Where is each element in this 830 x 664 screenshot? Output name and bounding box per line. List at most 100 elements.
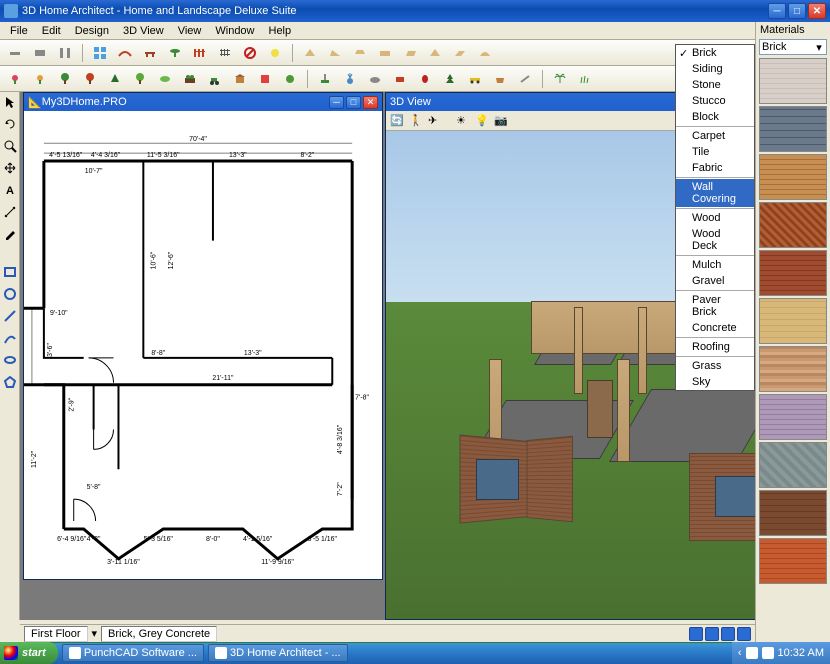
tool-mower-icon[interactable]: [204, 68, 226, 90]
line-icon[interactable]: [2, 308, 18, 324]
menu-view[interactable]: View: [172, 24, 208, 38]
tool-tree1-icon[interactable]: [54, 68, 76, 90]
tool-plant1-icon[interactable]: [154, 68, 176, 90]
curve-icon[interactable]: [2, 330, 18, 346]
material-swatch[interactable]: [759, 202, 827, 248]
materials-menu-item[interactable]: Tile: [676, 144, 754, 160]
tool-fence-icon[interactable]: [189, 42, 211, 64]
material-swatch[interactable]: [759, 394, 827, 440]
taskbar-task[interactable]: PunchCAD Software ...: [62, 644, 204, 662]
status-floor[interactable]: First Floor: [24, 626, 88, 642]
material-swatch[interactable]: [759, 106, 827, 152]
tool-stone-icon[interactable]: [364, 68, 386, 90]
text-icon[interactable]: A: [2, 182, 18, 198]
tool-shape8-icon[interactable]: [474, 42, 496, 64]
view-grid-icon[interactable]: [737, 627, 751, 641]
tool-tree3-icon[interactable]: [104, 68, 126, 90]
materials-menu-item[interactable]: Grass: [676, 358, 754, 374]
materials-menu-item[interactable]: Fabric: [676, 160, 754, 176]
materials-menu-item[interactable]: Wall Covering: [676, 179, 754, 207]
tool-bench-icon[interactable]: [139, 42, 161, 64]
tool-shape6-icon[interactable]: [424, 42, 446, 64]
polygon-icon[interactable]: [2, 374, 18, 390]
tool-tree4-icon[interactable]: [129, 68, 151, 90]
material-swatch[interactable]: [759, 442, 827, 488]
tool-plow-icon[interactable]: [514, 68, 536, 90]
material-swatch[interactable]: [759, 538, 827, 584]
menu-3dview[interactable]: 3D View: [117, 24, 170, 38]
materials-menu-item[interactable]: Concrete: [676, 320, 754, 336]
material-swatch[interactable]: [759, 250, 827, 296]
materials-menu-item[interactable]: Wood: [676, 210, 754, 226]
materials-menu-item[interactable]: Siding: [676, 61, 754, 77]
menu-help[interactable]: Help: [263, 24, 298, 38]
tool-light-icon[interactable]: [264, 42, 286, 64]
tool-shape2-icon[interactable]: [324, 42, 346, 64]
3d-camera-icon[interactable]: 📷: [493, 113, 509, 129]
3d-bulb-icon[interactable]: 💡: [474, 113, 490, 129]
tool-shape3-icon[interactable]: [349, 42, 371, 64]
pan-icon[interactable]: [2, 160, 18, 176]
tool-pine-icon[interactable]: [439, 68, 461, 90]
plan-min-button[interactable]: ─: [329, 96, 344, 109]
system-tray[interactable]: ‹ 10:32 AM: [732, 642, 830, 664]
measure-icon[interactable]: [2, 204, 18, 220]
circle-icon[interactable]: [2, 286, 18, 302]
zoom-icon[interactable]: [2, 138, 18, 154]
rotate-icon[interactable]: [2, 116, 18, 132]
materials-menu-item[interactable]: Carpet: [676, 128, 754, 144]
tool-car-icon[interactable]: [464, 68, 486, 90]
view-3d-icon[interactable]: [721, 627, 735, 641]
start-button[interactable]: start: [0, 642, 58, 664]
tool-grid-icon[interactable]: [89, 42, 111, 64]
rect-icon[interactable]: [2, 264, 18, 280]
taskbar-task[interactable]: 3D Home Architect - ...: [208, 644, 348, 662]
close-button[interactable]: ✕: [808, 3, 826, 19]
materials-menu-item[interactable]: Mulch: [676, 257, 754, 273]
materials-combo[interactable]: Brick ▾: [759, 39, 827, 55]
tool-shape1-icon[interactable]: [299, 42, 321, 64]
materials-menu-item[interactable]: Sky: [676, 374, 754, 390]
material-swatch[interactable]: [759, 490, 827, 536]
plan-window-titlebar[interactable]: 📐 My3DHome.PRO ─ □ ✕: [24, 93, 382, 111]
tool-nosign-icon[interactable]: [239, 42, 261, 64]
tool-brush-icon[interactable]: [314, 68, 336, 90]
tool-tree2-icon[interactable]: [79, 68, 101, 90]
tool-palm-icon[interactable]: [549, 68, 571, 90]
3d-fly-icon[interactable]: ✈: [427, 113, 443, 129]
tool-grass-icon[interactable]: [574, 68, 596, 90]
tool-grill-icon[interactable]: [389, 68, 411, 90]
tray-icon[interactable]: [762, 647, 774, 659]
tool-track-icon[interactable]: [214, 42, 236, 64]
floorplan-canvas[interactable]: 70'-4" 4'-5 13/16" 4'-4 3/16" 11'-5 3/16…: [24, 111, 382, 579]
menu-file[interactable]: File: [4, 24, 34, 38]
plan-max-button[interactable]: □: [346, 96, 361, 109]
tool-garden-icon[interactable]: [179, 68, 201, 90]
tool-flower2-icon[interactable]: [29, 68, 51, 90]
tool-plant2-icon[interactable]: [279, 68, 301, 90]
3d-orbit-icon[interactable]: 🔄: [389, 113, 405, 129]
material-swatch[interactable]: [759, 154, 827, 200]
menu-edit[interactable]: Edit: [36, 24, 67, 38]
tool-wall2-icon[interactable]: [29, 42, 51, 64]
materials-menu-item[interactable]: Stucco: [676, 93, 754, 109]
materials-menu-item[interactable]: Brick: [676, 45, 754, 61]
tool-flower1-icon[interactable]: [4, 68, 26, 90]
materials-menu-item[interactable]: Paver Brick: [676, 292, 754, 320]
tool-bug-icon[interactable]: [414, 68, 436, 90]
tool-wall3-icon[interactable]: [54, 42, 76, 64]
tool-shape4-icon[interactable]: [374, 42, 396, 64]
materials-menu-item[interactable]: Stone: [676, 77, 754, 93]
tool-decor-icon[interactable]: [254, 68, 276, 90]
tool-wall-icon[interactable]: [4, 42, 26, 64]
menu-window[interactable]: Window: [209, 24, 260, 38]
materials-menu-item[interactable]: Wood Deck: [676, 226, 754, 254]
tool-shed-icon[interactable]: [229, 68, 251, 90]
materials-menu-item[interactable]: Block: [676, 109, 754, 125]
tool-basket-icon[interactable]: [489, 68, 511, 90]
menu-design[interactable]: Design: [69, 24, 115, 38]
tray-icon[interactable]: [746, 647, 758, 659]
pencil-icon[interactable]: [2, 226, 18, 242]
3d-sun-icon[interactable]: ☀: [455, 113, 471, 129]
tool-shape5-icon[interactable]: [399, 42, 421, 64]
